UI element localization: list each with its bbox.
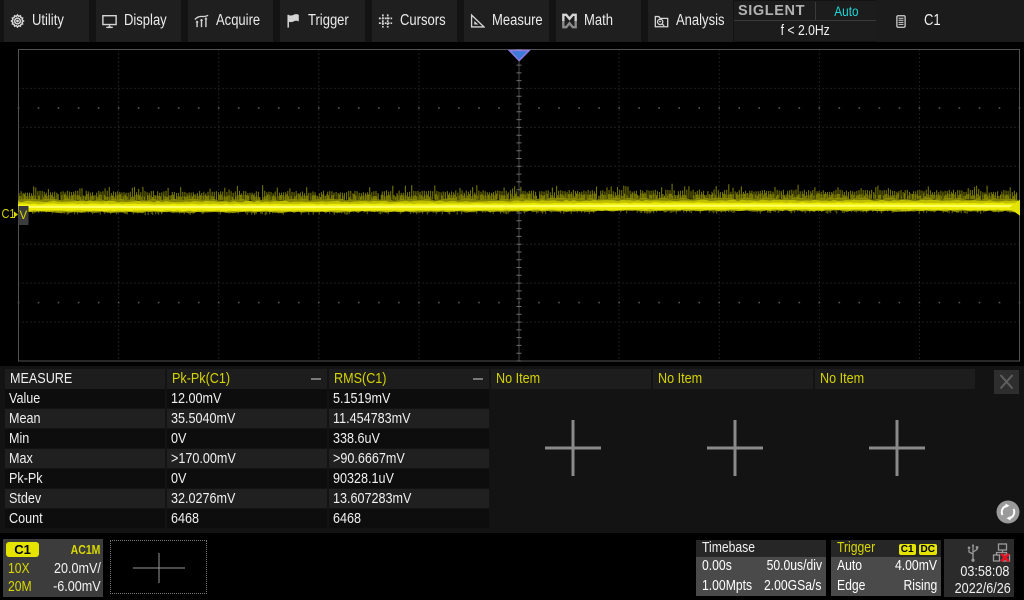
svg-text:V: V — [20, 210, 28, 222]
svg-text:C1: C1 — [1, 207, 15, 221]
